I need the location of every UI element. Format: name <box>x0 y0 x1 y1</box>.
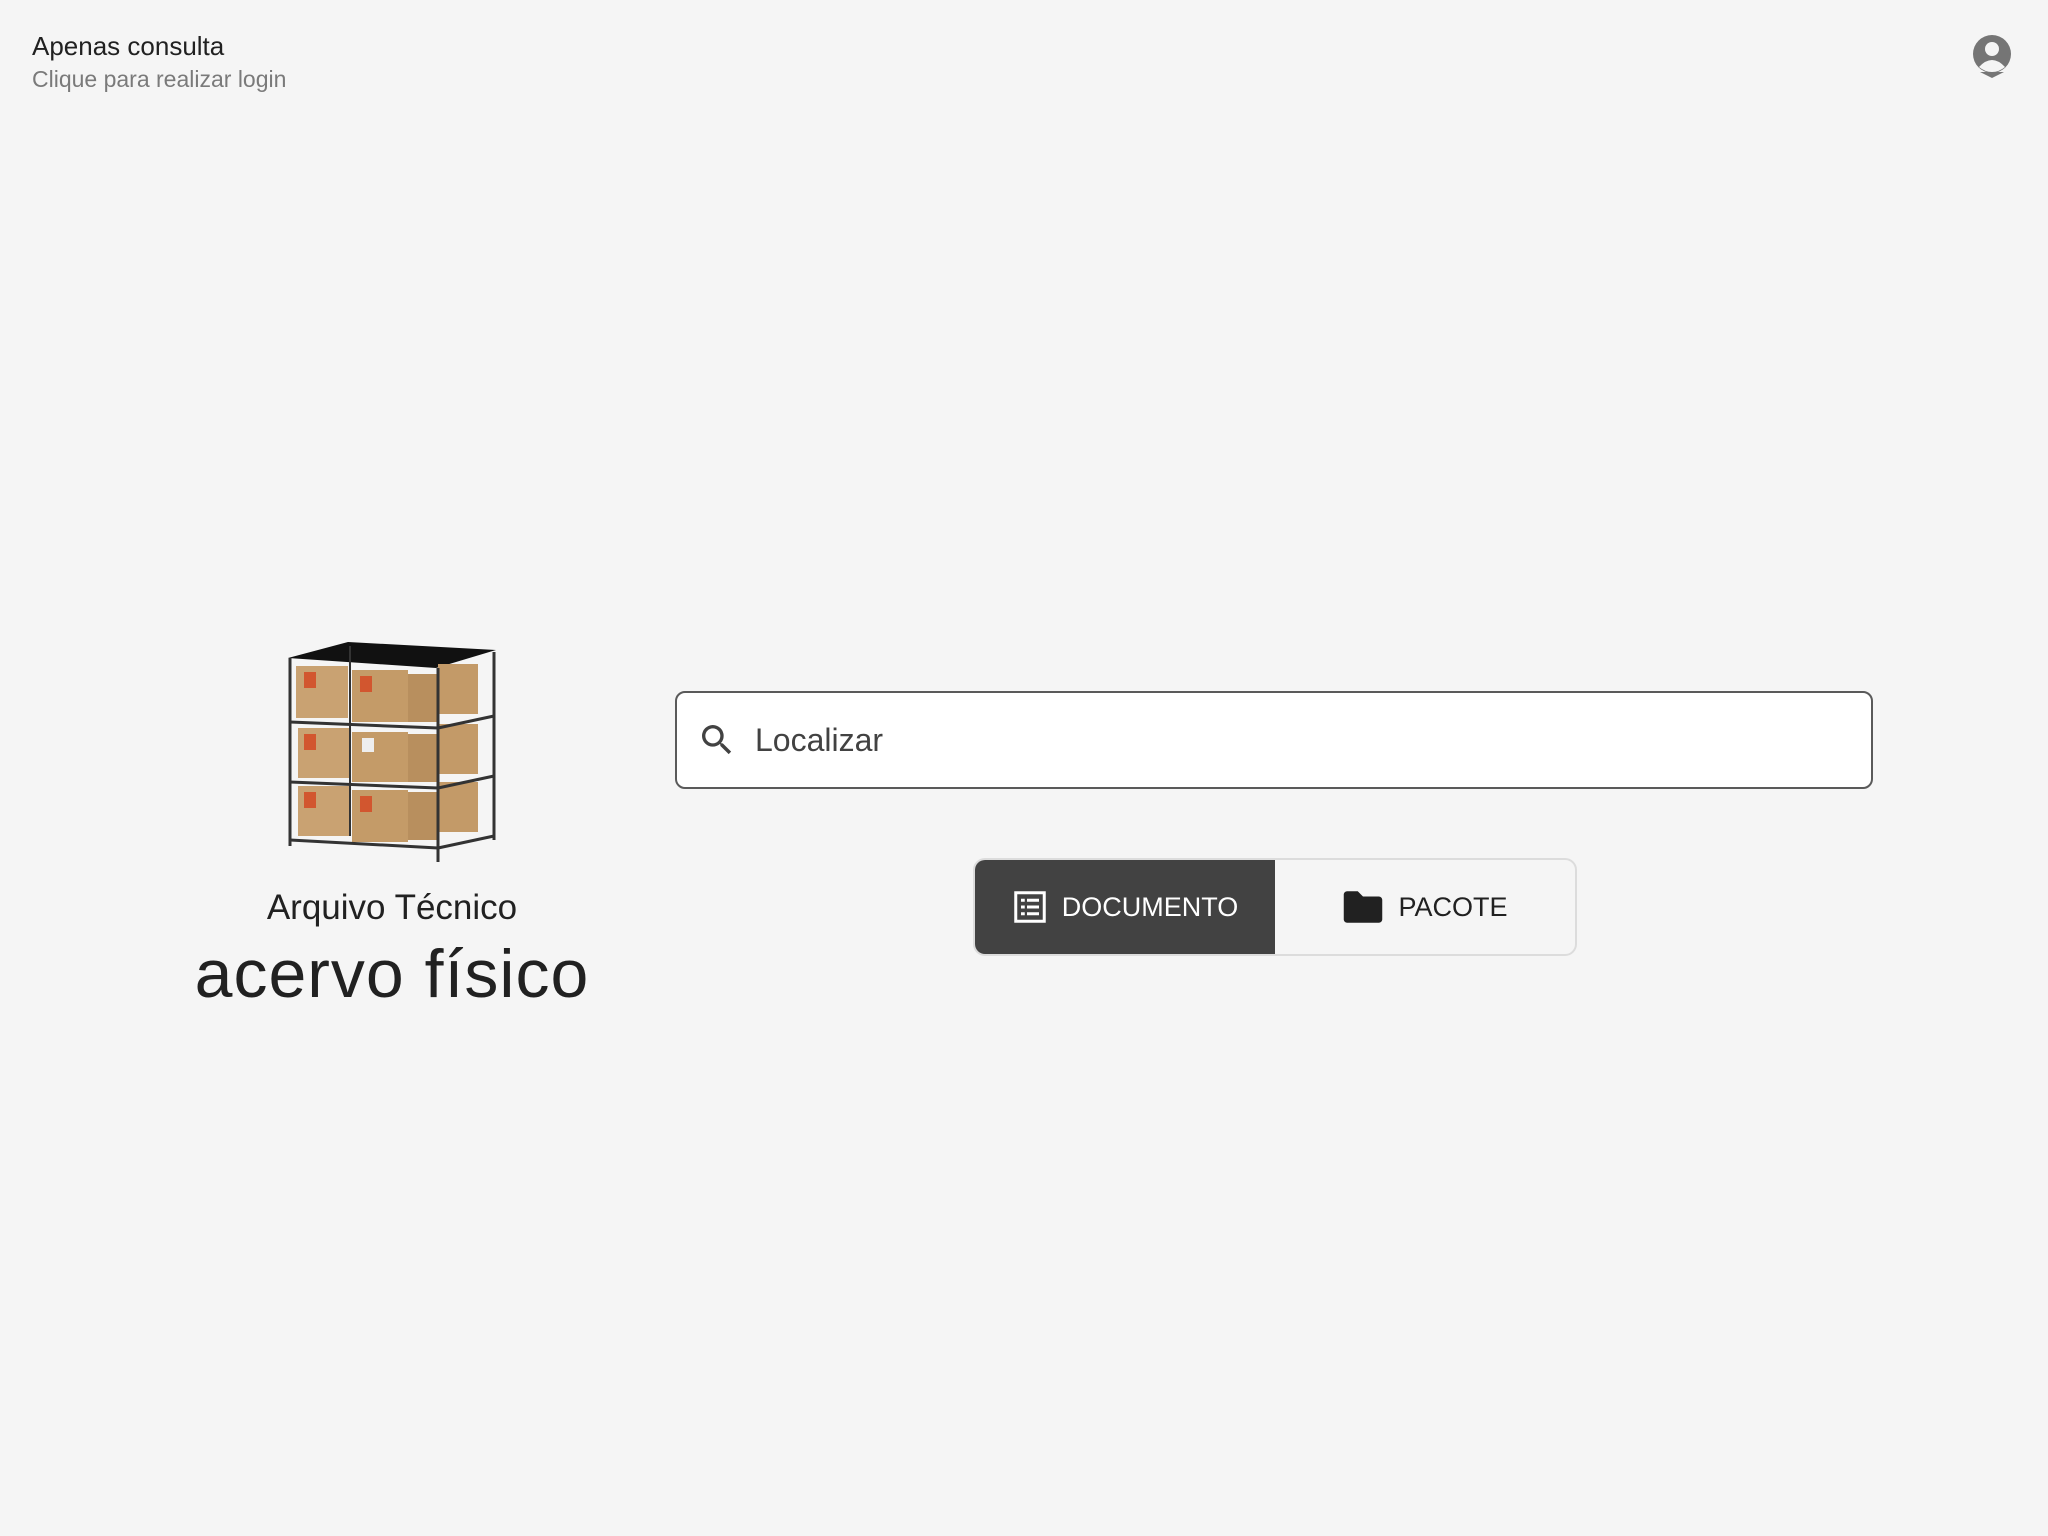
app-root: Apenas consulta Clique para realizar log… <box>0 0 2048 1536</box>
login-title: Apenas consulta <box>32 31 225 61</box>
storage-shelf-illustration <box>288 642 496 862</box>
folder-icon <box>1344 891 1383 923</box>
toggle-documento[interactable]: DOCUMENTO <box>975 860 1275 954</box>
toggle-pacote-label: PACOTE <box>1398 891 1508 922</box>
account-button[interactable] <box>1972 34 2012 78</box>
toggle-documento-label: DOCUMENTO <box>1061 891 1239 922</box>
toggle-pacote[interactable]: PACOTE <box>1275 860 1575 954</box>
login-status[interactable]: Apenas consulta Clique para realizar log… <box>32 28 286 94</box>
search-field[interactable] <box>675 691 1873 789</box>
list-document-icon <box>1013 891 1046 923</box>
account-circle-icon <box>1973 35 2011 78</box>
search-type-toggle: DOCUMENTO PACOTE <box>973 858 1577 956</box>
brand-block: Arquivo Técnico acervo físico <box>160 636 624 1012</box>
search-input[interactable] <box>755 710 1871 770</box>
brand-subtitle: Arquivo Técnico <box>266 888 518 927</box>
search-icon <box>702 725 732 755</box>
brand-title: acervo físico <box>194 936 590 1012</box>
login-subtitle[interactable]: Clique para realizar login <box>32 64 286 94</box>
